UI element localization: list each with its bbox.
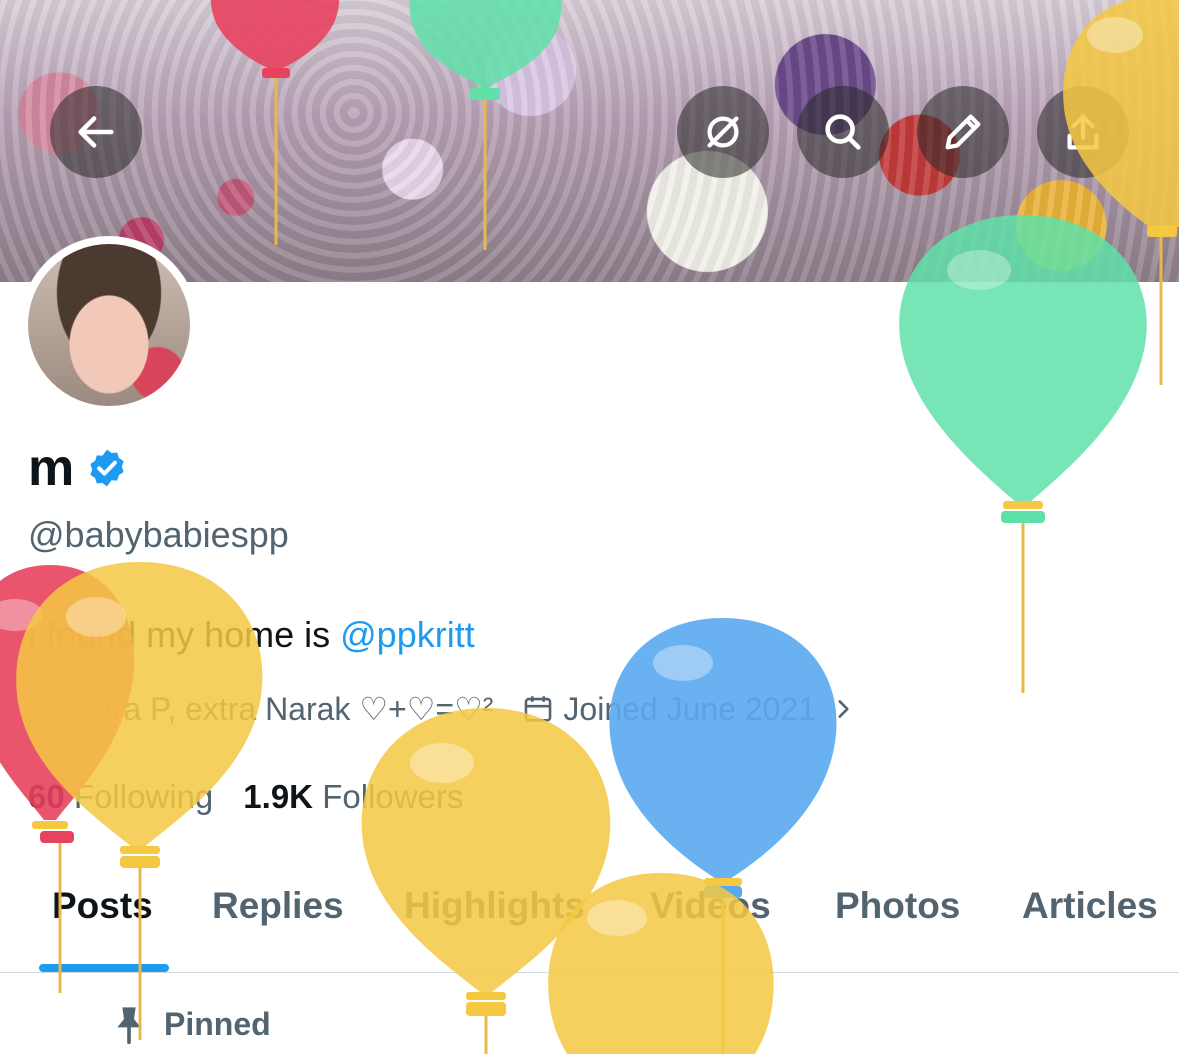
follow-stats: 60 Following 1.9K Followers [28, 778, 463, 816]
chevron-right-icon [838, 700, 849, 718]
calendar-icon [525, 696, 552, 722]
tab-articles[interactable]: Articles [1022, 880, 1158, 940]
tab-highlights[interactable]: Highlights [404, 880, 585, 940]
location-icon [33, 694, 57, 724]
blue-balloon [609, 618, 837, 1054]
profile-name-row: m [28, 440, 128, 496]
username-handle: @babybabiespp [28, 514, 289, 555]
bio-mention-link[interactable]: @ppkritt [340, 614, 475, 655]
following-count: 60 [28, 778, 65, 815]
verified-badge-icon[interactable] [86, 447, 128, 489]
tab-replies[interactable]: Replies [212, 880, 344, 940]
bio-text: i found my home is [28, 614, 341, 655]
tab-videos[interactable]: Videos [650, 880, 771, 940]
followers-label: Followers [322, 778, 464, 815]
share-icon [1067, 114, 1099, 150]
tab-posts[interactable]: Posts [52, 880, 153, 940]
location-text: extra P, extra Narak ♡+♡=♡² [70, 691, 494, 727]
joined-text: Joined June 2021 [563, 690, 817, 727]
avatar[interactable] [28, 244, 190, 406]
back-button[interactable] [50, 86, 142, 178]
profile-meta: extra P, extra Narak ♡+♡=♡² Joined June … [28, 690, 856, 728]
following-label: Following [73, 778, 214, 815]
followers-count: 1.9K [243, 778, 314, 815]
tab-photos[interactable]: Photos [835, 880, 960, 940]
active-tab-indicator [39, 964, 169, 972]
profile-tabs: Posts Replies Highlights Videos Photos A… [0, 880, 1179, 972]
bio: i found my home is @ppkritt [28, 614, 475, 656]
search-icon [825, 114, 861, 150]
tabs-divider [0, 972, 1179, 973]
share-button[interactable] [1037, 86, 1129, 178]
edit-button[interactable] [917, 86, 1009, 178]
green-balloon-right [899, 215, 1147, 693]
following-link[interactable]: 60 Following [28, 778, 213, 816]
grok-icon [707, 116, 739, 148]
pin-icon [117, 1007, 141, 1044]
avatar-container[interactable] [20, 236, 198, 414]
search-button[interactable] [797, 86, 889, 178]
pinned-text: Pinned [164, 1005, 271, 1042]
joined-date-link[interactable]: Joined June 2021 [521, 691, 856, 728]
back-arrow-icon [78, 116, 114, 148]
display-name: m [28, 439, 75, 497]
grok-button[interactable] [677, 86, 769, 178]
followers-link[interactable]: 1.9K Followers [243, 778, 463, 816]
pencil-icon [945, 114, 981, 150]
pinned-label-row: Pinned [112, 1004, 271, 1044]
